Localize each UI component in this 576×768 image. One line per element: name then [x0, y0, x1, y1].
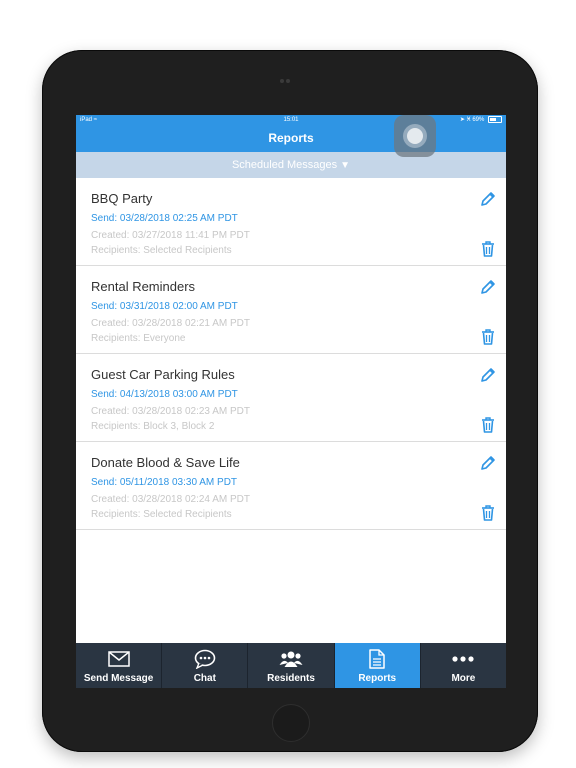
message-list-item[interactable]: Donate Blood & Save Life Send: 05/11/2018… [76, 442, 506, 530]
tab-reports[interactable]: Reports [334, 643, 421, 688]
tab-bar: Send Message Chat Residents Reports More [76, 643, 506, 688]
tab-label: Send Message [83, 673, 154, 684]
delete-trash-icon[interactable] [480, 504, 496, 522]
nav-bar: Reports [76, 125, 506, 152]
message-list: BBQ Party Send: 03/28/2018 02:25 AM PDT Cr… [76, 178, 506, 530]
message-list-item[interactable]: BBQ Party Send: 03/28/2018 02:25 AM PDT Cr… [76, 178, 506, 266]
status-time: 15:01 [283, 117, 299, 123]
envelope-icon [76, 650, 161, 668]
message-created-time: Created: 03/28/2018 02:21 AM PDT [91, 318, 250, 329]
screen: iPad ≈ 15:01 ➤ Ӿ 69% Reports Scheduled M… [76, 115, 506, 688]
tab-label: Reports [358, 673, 397, 684]
message-created-time: Created: 03/28/2018 02:24 AM PDT [91, 494, 250, 505]
tab-label: More [451, 673, 476, 684]
edit-pencil-icon[interactable] [479, 454, 497, 472]
edit-pencil-icon[interactable] [479, 278, 497, 296]
message-title: Guest Car Parking Rules [91, 367, 235, 382]
delete-trash-icon[interactable] [480, 416, 496, 434]
page-title: Reports [268, 131, 314, 145]
message-title: BBQ Party [91, 191, 153, 206]
message-send-time: Send: 03/31/2018 02:00 AM PDT [91, 301, 238, 312]
message-title: Donate Blood & Save Life [91, 455, 240, 470]
message-send-time: Send: 05/11/2018 03:30 AM PDT [91, 477, 238, 488]
message-recipients: Recipients: Selected Recipients [91, 509, 232, 520]
message-created-time: Created: 03/28/2018 02:23 AM PDT [91, 406, 250, 417]
camera [280, 79, 290, 83]
message-list-item[interactable]: Guest Car Parking Rules Send: 04/13/2018 … [76, 354, 506, 442]
tab-chat[interactable]: Chat [162, 643, 249, 688]
message-send-time: Send: 04/13/2018 03:00 AM PDT [91, 389, 238, 400]
delete-trash-icon[interactable] [480, 328, 496, 346]
status-bar: iPad ≈ 15:01 ➤ Ӿ 69% [76, 115, 506, 125]
tab-label: Chat [193, 673, 216, 684]
message-list-item[interactable]: Rental Reminders Send: 03/31/2018 02:00 A… [76, 266, 506, 354]
message-recipients: Recipients: Selected Recipients [91, 245, 232, 256]
battery-icon [488, 115, 502, 123]
message-created-time: Created: 03/27/2018 11:41 PM PDT [91, 230, 250, 241]
filter-label: Scheduled Messages [231, 159, 338, 171]
chat-bubble-icon [162, 649, 247, 669]
document-icon [335, 649, 420, 669]
message-send-time: Send: 03/28/2018 02:25 AM PDT [91, 213, 238, 224]
message-recipients: Recipients: Everyone [91, 333, 186, 344]
edit-pencil-icon[interactable] [479, 190, 497, 208]
tab-send-message[interactable]: Send Message [76, 643, 163, 688]
bluetooth-icon: Ӿ [466, 117, 471, 123]
assistive-touch-button[interactable] [394, 115, 436, 157]
scheduled-messages-dropdown[interactable]: Scheduled Messages ▼ [76, 152, 506, 178]
battery-percent: 69% [472, 117, 485, 123]
delete-trash-icon[interactable] [480, 240, 496, 258]
tab-more[interactable]: More [421, 643, 506, 688]
status-right: ➤ Ӿ 69% [460, 115, 502, 125]
message-recipients: Recipients: Block 3, Block 2 [91, 421, 215, 432]
home-button[interactable] [272, 704, 310, 742]
caret-down-icon: ▼ [340, 160, 351, 171]
people-icon [248, 650, 333, 668]
tab-residents[interactable]: Residents [248, 643, 335, 688]
tab-label: Residents [267, 673, 315, 684]
more-dots-icon [421, 650, 506, 668]
message-title: Rental Reminders [91, 279, 196, 294]
location-icon: ➤ [459, 117, 465, 123]
edit-pencil-icon[interactable] [479, 366, 497, 384]
